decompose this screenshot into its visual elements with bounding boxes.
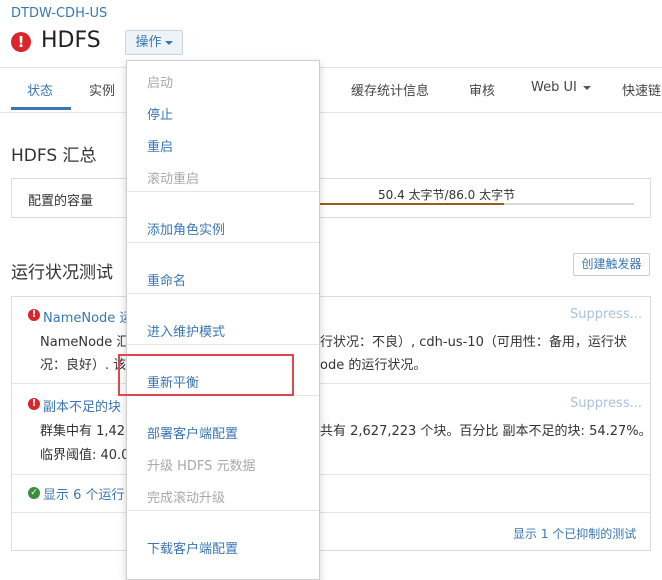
- service-title: HDFS: [41, 28, 101, 53]
- tab-web-ui-label: Web UI: [531, 80, 577, 95]
- tab-instances[interactable]: 实例: [89, 80, 115, 99]
- show-healthy-tests-link[interactable]: 显示 6 个运行良: [43, 484, 138, 503]
- actions-dropdown-button[interactable]: 操作: [125, 30, 183, 55]
- test-body-line: 群集中有 1,425: [40, 424, 134, 439]
- test-title-under-replicated[interactable]: 副本不足的块: [43, 396, 121, 415]
- test-title-namenode[interactable]: NameNode 运: [43, 307, 132, 326]
- tab-status[interactable]: 状态: [27, 80, 53, 99]
- test-body-line: ode 的运行状况。: [320, 358, 427, 373]
- actions-dropdown-menu: 启动 停止 重启 滚动重启 添加角色实例 重命名 进入维护模式 重新平衡 部署客户端配置 升级 H…: [126, 60, 320, 580]
- suppress-link[interactable]: Suppress...: [570, 307, 642, 322]
- menu-item: 完成滚动升级: [147, 491, 226, 506]
- menu-item[interactable]: 下载客户端配置: [147, 538, 238, 557]
- test-body-line: 共有 2,627,223 个块。百分比 副本不足的块: 54.27%。: [320, 424, 652, 439]
- menu-item[interactable]: 重启: [147, 136, 173, 155]
- create-trigger-button[interactable]: 创建触发器: [573, 253, 650, 276]
- menu-item: 升级 HDFS 元数据: [147, 459, 256, 474]
- menu-item[interactable]: 部署客户端配置: [147, 423, 238, 442]
- tab-bar: 状态 实例 缓存统计信息 审核 Web UI 快速链: [0, 67, 662, 113]
- tab-quick-links[interactable]: 快速链: [622, 80, 661, 99]
- caret-down-icon: [582, 85, 591, 90]
- capacity-value: 50.4 太字节/86.0 太字节: [378, 188, 516, 202]
- divider: [12, 474, 650, 475]
- menu-item[interactable]: 进入维护模式: [147, 321, 225, 340]
- menu-item[interactable]: 添加角色实例: [147, 219, 225, 238]
- suppress-link[interactable]: Suppress...: [570, 396, 642, 411]
- test-body-line: NameNode 汇: [40, 335, 130, 350]
- menu-divider: [127, 242, 319, 243]
- menu-divider: [127, 510, 319, 511]
- divider: [12, 512, 650, 513]
- capacity-bar-fill: [320, 203, 504, 205]
- summary-panel: [11, 178, 651, 218]
- error-icon: !: [28, 309, 40, 321]
- menu-divider: [127, 191, 319, 192]
- menu-item[interactable]: 停止: [147, 104, 173, 123]
- menu-divider: [127, 344, 319, 345]
- divider: [12, 383, 650, 384]
- tab-web-ui[interactable]: Web UI: [531, 80, 591, 95]
- tab-cache-stats[interactable]: 缓存统计信息: [351, 80, 429, 99]
- error-icon: !: [28, 398, 40, 410]
- show-suppressed-link[interactable]: 显示 1 个已抑制的测试: [513, 525, 636, 542]
- menu-item[interactable]: 重命名: [147, 270, 186, 289]
- capacity-label: 配置的容量: [28, 194, 94, 209]
- menu-divider: [127, 293, 319, 294]
- check-icon: ✓: [28, 487, 40, 499]
- menu-item: 滚动重启: [147, 172, 200, 187]
- active-tab-indicator: [11, 107, 71, 110]
- menu-item: 启动: [147, 76, 174, 91]
- tab-audit[interactable]: 审核: [469, 80, 495, 99]
- summary-title: HDFS 汇总: [11, 146, 97, 166]
- test-body-line: 临界阈值: 40.0: [40, 448, 130, 463]
- cluster-link[interactable]: DTDW-CDH-US: [11, 6, 107, 21]
- test-body-line: 况：良好）. 该: [40, 358, 127, 373]
- test-body-line: 行状况：不良）, cdh-us-10（可用性：备用，运行状: [320, 335, 627, 350]
- error-icon: !: [11, 32, 31, 52]
- caret-down-icon: [164, 40, 173, 45]
- actions-label: 操作: [135, 35, 162, 50]
- highlight-box: [118, 354, 294, 396]
- health-title: 运行状况测试: [11, 263, 113, 283]
